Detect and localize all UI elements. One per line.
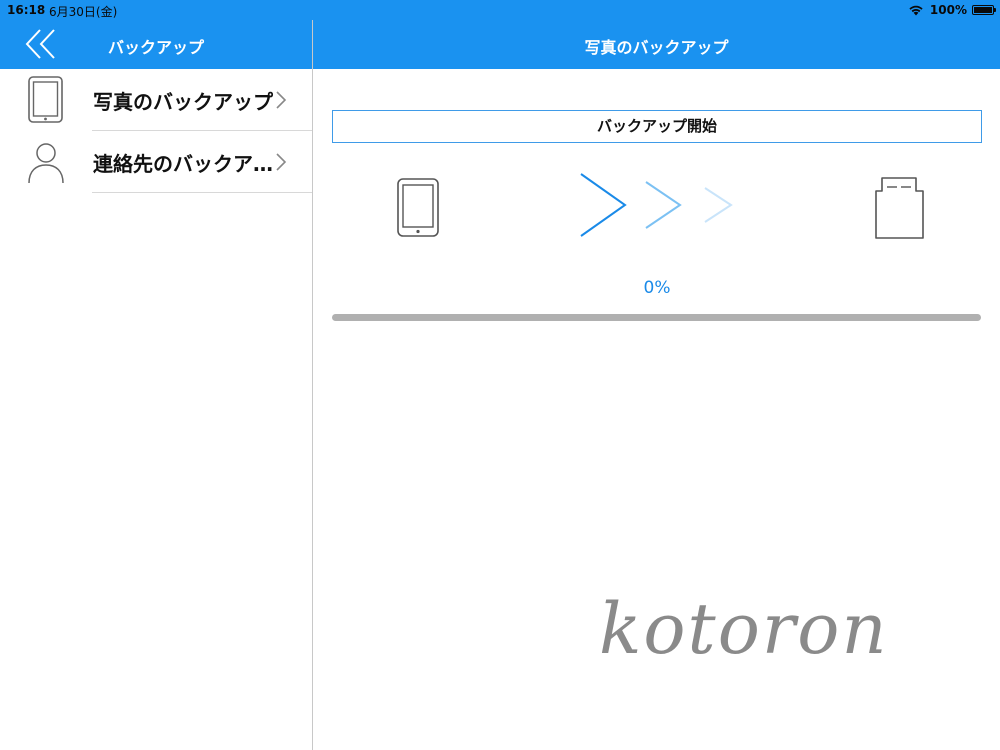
wifi-icon [909,5,923,16]
divider [92,192,312,193]
status-time: 16:18 [7,3,46,17]
start-backup-button[interactable]: バックアップ開始 [332,110,982,143]
tablet-icon [28,76,63,123]
tablet-icon [397,178,439,237]
progress-percentage: 0% [643,278,671,298]
sd-card-icon [875,177,924,239]
backup-menu-list: 写真のバックアップ 連絡先のバックア… [0,69,312,193]
person-icon [28,143,64,184]
sidebar-header: バックアップ [0,20,312,69]
menu-item-contacts-backup[interactable]: 連絡先のバックア… [0,131,312,193]
battery-percentage: 100% [929,3,967,17]
back-double-chevron-icon[interactable] [22,26,62,62]
arrow-chevron-2 [645,181,682,229]
chevron-right-icon [276,153,287,171]
watermark-logo: kotoron [599,588,889,670]
arrow-chevron-3 [704,187,733,223]
transfer-arrows-icon [580,173,733,237]
sidebar: バックアップ 写真のバックアップ 連絡先のバックア… [0,0,313,750]
status-bar: 16:18 6月30日(金) 100% [0,0,1000,20]
status-date: 6月30日(金) [49,5,118,19]
arrow-chevron-1 [580,173,627,237]
menu-item-photo-backup[interactable]: 写真のバックアップ [0,69,312,131]
svg-text:kotoron: kotoron [599,588,889,670]
menu-item-label: 写真のバックアップ [93,90,273,114]
chevron-right-icon [276,91,287,109]
battery-fill [974,7,992,13]
main-header: 写真のバックアップ [313,20,1000,69]
menu-item-label: 連絡先のバックア… [93,152,273,176]
status-indicators: 100% [908,3,996,17]
page-title: 写真のバックアップ [584,38,729,57]
progress-bar [332,314,981,321]
battery-icon [972,5,996,15]
